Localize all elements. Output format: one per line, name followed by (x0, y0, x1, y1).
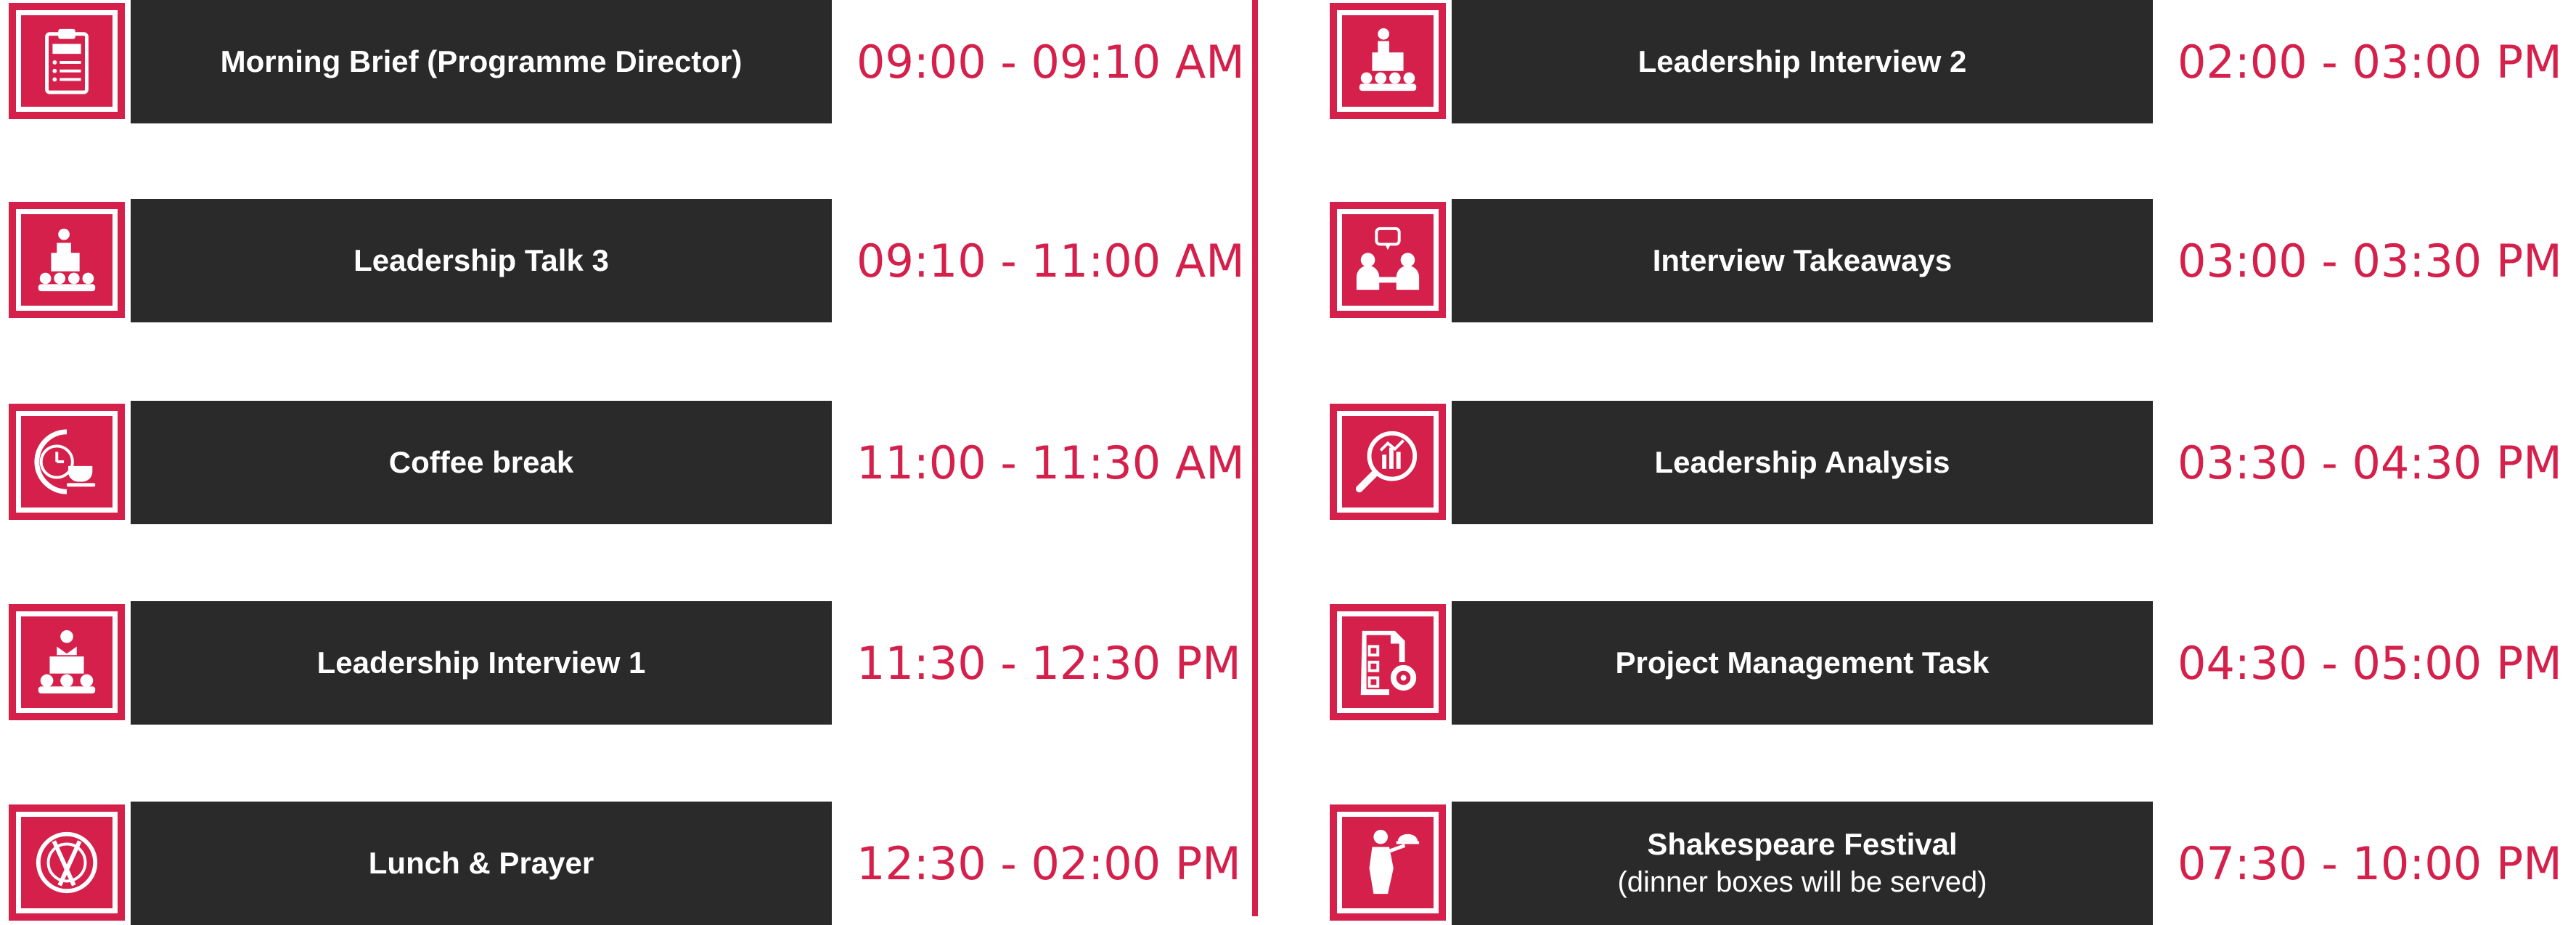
session-time: 07:30 - 10:00 PM (2178, 836, 2562, 890)
checklist-gear-icon (1330, 604, 1446, 720)
session-title-box: Morning Brief (Programme Director) (131, 0, 832, 123)
session-time: 09:10 - 11:00 AM (856, 234, 1245, 288)
schedule-row: Interview Takeaways 03:00 - 03:30 PM (1321, 199, 2576, 322)
waiter-tray-icon (1330, 804, 1446, 921)
speaker-audience-icon (1330, 3, 1446, 119)
session-title: Coffee break (388, 445, 574, 479)
session-title-box: Coffee break (131, 401, 832, 524)
session-title-box: Lunch & Prayer (131, 802, 832, 925)
session-title: Morning Brief (Programme Director) (220, 44, 743, 78)
schedule-row: Morning Brief (Programme Director) 09:00… (0, 0, 1263, 123)
session-title: Interview Takeaways (1652, 243, 1953, 277)
plate-cutlery-icon (9, 804, 125, 921)
schedule-row: Project Management Task 04:30 - 05:00 PM (1321, 601, 2576, 725)
schedule-left-column: Morning Brief (Programme Director) 09:00… (0, 0, 1263, 925)
schedule-right-column: Leadership Interview 2 02:00 - 03:00 PM … (1321, 0, 2576, 925)
session-title-box: Leadership Talk 3 (131, 199, 832, 322)
discussion-people-icon (1330, 202, 1446, 318)
schedule-row: Lunch & Prayer 12:30 - 02:00 PM (0, 802, 1263, 925)
session-title: Leadership Talk 3 (353, 243, 609, 277)
session-time: 12:30 - 02:00 PM (856, 836, 1241, 890)
schedule-row: Coffee break 11:00 - 11:30 AM (0, 401, 1263, 524)
session-title: Leadership Interview 1 (316, 645, 646, 680)
session-title: Lunch & Prayer (368, 846, 594, 880)
analysis-magnifier-icon (1330, 404, 1446, 520)
session-time: 03:30 - 04:30 PM (2178, 436, 2562, 489)
session-title-box: Project Management Task (1452, 601, 2153, 725)
session-title-box: Leadership Interview 2 (1452, 0, 2153, 123)
session-title: Shakespeare Festival (1647, 827, 1958, 861)
brief-clipboard-icon (9, 3, 125, 119)
interview-podium-icon (9, 604, 125, 720)
schedule-row: Shakespeare Festival (dinner boxes will … (1321, 802, 2576, 925)
session-time: 03:00 - 03:30 PM (2178, 234, 2562, 288)
coffee-clock-icon (9, 404, 125, 520)
speaker-podium-icon (9, 202, 125, 318)
schedule-row: Leadership Talk 3 09:10 - 11:00 AM (0, 199, 1263, 322)
session-title-box: Shakespeare Festival (dinner boxes will … (1452, 802, 2153, 925)
session-time: 11:00 - 11:30 AM (856, 436, 1245, 489)
schedule-row: Leadership Interview 2 02:00 - 03:00 PM (1321, 0, 2576, 123)
session-time: 02:00 - 03:00 PM (2178, 35, 2562, 89)
session-time: 04:30 - 05:00 PM (2178, 636, 2562, 690)
session-time: 09:00 - 09:10 AM (856, 35, 1245, 89)
session-title-box: Interview Takeaways (1452, 199, 2153, 322)
session-time: 11:30 - 12:30 PM (856, 636, 1241, 690)
session-title-box: Leadership Interview 1 (131, 601, 832, 725)
session-title: Project Management Task (1615, 645, 1990, 680)
session-title-box: Leadership Analysis (1452, 401, 2153, 524)
schedule-row: Leadership Analysis 03:30 - 04:30 PM (1321, 401, 2576, 524)
session-subtitle: (dinner boxes will be served) (1617, 866, 1987, 898)
session-title: Leadership Interview 2 (1637, 44, 1967, 78)
schedule-row: Leadership Interview 1 11:30 - 12:30 PM (0, 601, 1263, 725)
session-title: Leadership Analysis (1654, 445, 1950, 479)
